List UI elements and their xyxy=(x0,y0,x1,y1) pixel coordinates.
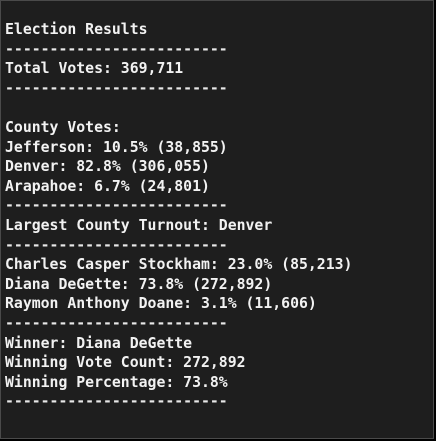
county-line-jefferson: Jefferson: 10.5% (38,855) xyxy=(5,138,228,156)
separator-line: ------------------------- xyxy=(5,79,228,97)
separator-line: ------------------------- xyxy=(5,40,228,58)
candidate-line-doane: Raymon Anthony Doane: 3.1% (11,606) xyxy=(5,295,317,313)
largest-county-line: Largest County Turnout: Denver xyxy=(5,216,273,234)
separator-line: ------------------------- xyxy=(5,236,228,254)
candidate-line-degette: Diana DeGette: 73.8% (272,892) xyxy=(5,275,273,293)
county-votes-heading: County Votes: xyxy=(5,118,121,136)
terminal-output: Election Results ------------------------… xyxy=(5,20,352,412)
county-line-denver: Denver: 82.8% (306,055) xyxy=(5,158,210,176)
county-line-arapahoe: Arapahoe: 6.7% (24,801) xyxy=(5,177,210,195)
terminal-window[interactable]: Election Results ------------------------… xyxy=(0,0,434,439)
total-votes-line: Total Votes: 369,711 xyxy=(5,60,184,78)
report-title: Election Results xyxy=(5,21,148,38)
winner-line: Winner: Diana DeGette xyxy=(5,334,193,352)
candidate-line-stockham: Charles Casper Stockham: 23.0% (85,213) xyxy=(5,256,353,274)
winning-vote-count-line: Winning Vote Count: 272,892 xyxy=(5,354,246,372)
separator-line: ------------------------- xyxy=(5,314,228,332)
winning-percentage-line: Winning Percentage: 73.8% xyxy=(5,373,228,391)
separator-line: ------------------------- xyxy=(5,393,228,411)
separator-line: ------------------------- xyxy=(5,197,228,215)
